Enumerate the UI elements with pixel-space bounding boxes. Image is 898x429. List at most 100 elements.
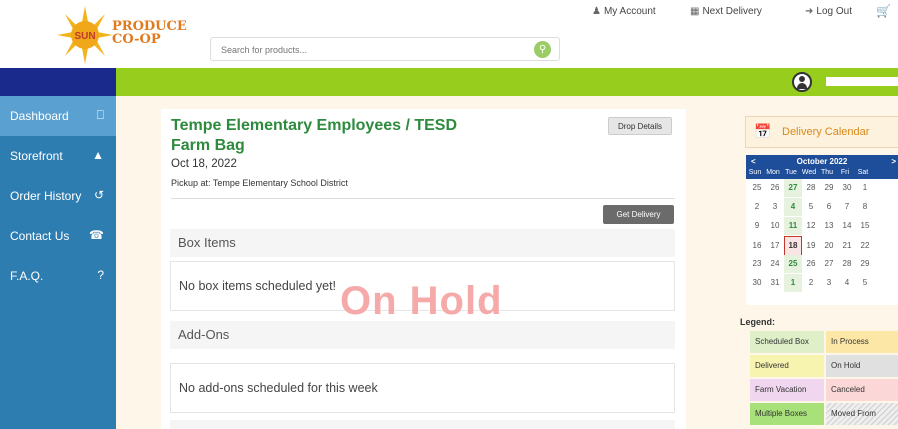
calendar-day[interactable]: 6 [820,198,838,216]
calendar-day[interactable]: 25 [784,255,802,273]
legend-item: In Process [826,331,898,353]
calendar-day[interactable]: 3 [766,198,784,216]
drop-details-button[interactable]: Drop Details [608,117,672,135]
search-button[interactable]: ⚲ [534,41,551,58]
sidebar-item-label: Order History [10,189,82,203]
weekday: Tue [785,169,797,176]
calendar-day[interactable]: 22 [856,237,874,255]
calendar-day[interactable]: 18 [784,236,802,256]
search-icon: ⚲ [538,44,547,55]
calendar-day[interactable]: 20 [820,237,838,255]
calendar-month-bar: < October 2022 > [746,155,898,169]
weekday: Fri [840,169,850,176]
legend-item: Farm Vacation [750,379,824,401]
get-delivery-button[interactable]: Get Delivery [603,205,674,224]
calendar-day[interactable]: 5 [856,274,874,292]
calendar-day[interactable]: 8 [856,198,874,216]
sidebar-item-contact-us[interactable]: Contact Us ☎ [0,216,116,256]
top-bar [116,68,898,96]
monitor-icon: ⎕ [96,108,104,122]
delivery-calendar-header[interactable]: 📅 Delivery Calendar [745,116,898,148]
calendar-day[interactable]: 5 [802,198,820,216]
calendar-day[interactable]: 13 [820,217,838,235]
delivery-calendar-title: Delivery Calendar [782,126,870,138]
calendar-day[interactable]: 3 [820,274,838,292]
calendar-day[interactable]: 30 [748,274,766,292]
calendar-day[interactable]: 12 [802,217,820,235]
more-section [170,420,675,429]
calendar-day[interactable]: 30 [838,179,856,197]
logo-text-line2: CO-OP [112,32,161,47]
calendar-day[interactable]: 23 [748,255,766,273]
search-input[interactable] [221,42,521,58]
calendar-day[interactable]: 1 [784,274,802,292]
weekday: Sat [857,169,869,176]
calendar-day[interactable]: 27 [820,255,838,273]
username-box[interactable] [826,77,898,86]
calendar-week: 9 10 11 12 13 14 15 [748,217,898,235]
logo-sun-text: SUN [74,31,95,42]
legend-item: Multiple Boxes [750,403,824,425]
legend-item: Moved From [826,403,898,425]
calendar-day[interactable]: 28 [802,179,820,197]
sidebar-item-faq[interactable]: F.A.Q. ? [0,256,116,296]
search-bar: ⚲ [210,37,560,61]
cart-icon[interactable]: 🛒 [876,4,891,18]
log-out-link[interactable]: ➜ Log Out [805,6,852,17]
calendar-day[interactable]: 11 [784,217,802,235]
sidebar-item-order-history[interactable]: Order History ↺ [0,176,116,216]
sidebar-item-label: Storefront [10,149,63,163]
calendar-day[interactable]: 29 [856,255,874,273]
calendar-day[interactable]: 26 [766,179,784,197]
calendar-day[interactable]: 28 [838,255,856,273]
pickup-location: Pickup at: Tempe Elementary School Distr… [171,178,348,188]
calendar-day[interactable]: 24 [766,255,784,273]
support-icon: ☎ [89,228,104,242]
calendar-day[interactable]: 19 [802,237,820,255]
calendar: < October 2022 > Sun Mon Tue Wed Thu Fri Sat 2… [746,155,898,305]
weekday: Wed [801,169,817,176]
sidebar-item-dashboard[interactable]: Dashboard ⎕ [0,96,116,136]
sidebar: Dashboard ⎕ Storefront ▲ Order History ↺… [0,96,116,429]
sidebar-item-label: Dashboard [10,109,69,123]
calendar-day[interactable]: 2 [748,198,766,216]
calendar-day[interactable]: 17 [766,237,784,255]
calendar-day[interactable]: 15 [856,217,874,235]
calendar-day[interactable]: 1 [856,179,874,197]
calendar-day[interactable]: 9 [748,217,766,235]
calendar-day[interactable]: 16 [748,237,766,255]
sidebar-item-label: Contact Us [10,229,70,243]
legend-item: On Hold [826,355,898,377]
calendar-day[interactable]: 31 [766,274,784,292]
sidebar-item-storefront[interactable]: Storefront ▲ [0,136,116,176]
next-delivery-link[interactable]: ▦ Next Delivery [690,6,762,17]
logo-text[interactable]: PRODUCE CO-OP [112,20,187,46]
calendar-weekdays: Sun Mon Tue Wed Thu Fri Sat [746,169,898,179]
my-account-link[interactable]: ♟ My Account [592,6,656,17]
calendar-day[interactable]: 2 [802,274,820,292]
calendar-day[interactable]: 4 [838,274,856,292]
brand-bar-left [0,68,116,96]
calendar-day[interactable]: 25 [748,179,766,197]
avatar-icon[interactable] [792,72,812,92]
next-month-button[interactable]: > [891,155,896,169]
weekday: Thu [820,169,834,176]
calendar-day[interactable]: 29 [820,179,838,197]
prev-month-button[interactable]: < [751,155,756,169]
calendar-day[interactable]: 26 [802,255,820,273]
calendar-day[interactable]: 7 [838,198,856,216]
calendar-day[interactable]: 27 [784,179,802,197]
calendar-day[interactable]: 4 [784,198,802,216]
question-icon: ? [97,268,104,282]
weekday: Sun [748,169,762,176]
addons-heading: Add-Ons [170,321,675,349]
calendar-day[interactable]: 10 [766,217,784,235]
calendar-icon: 📅 [754,123,772,139]
addons-empty: No add-ons scheduled for this week [170,363,675,413]
calendar-day[interactable]: 21 [838,237,856,255]
divider [171,198,675,199]
legend-item: Canceled [826,379,898,401]
my-account-label: My Account [603,6,656,17]
calendar-day[interactable]: 14 [838,217,856,235]
calendar-month: October 2022 [796,157,848,166]
